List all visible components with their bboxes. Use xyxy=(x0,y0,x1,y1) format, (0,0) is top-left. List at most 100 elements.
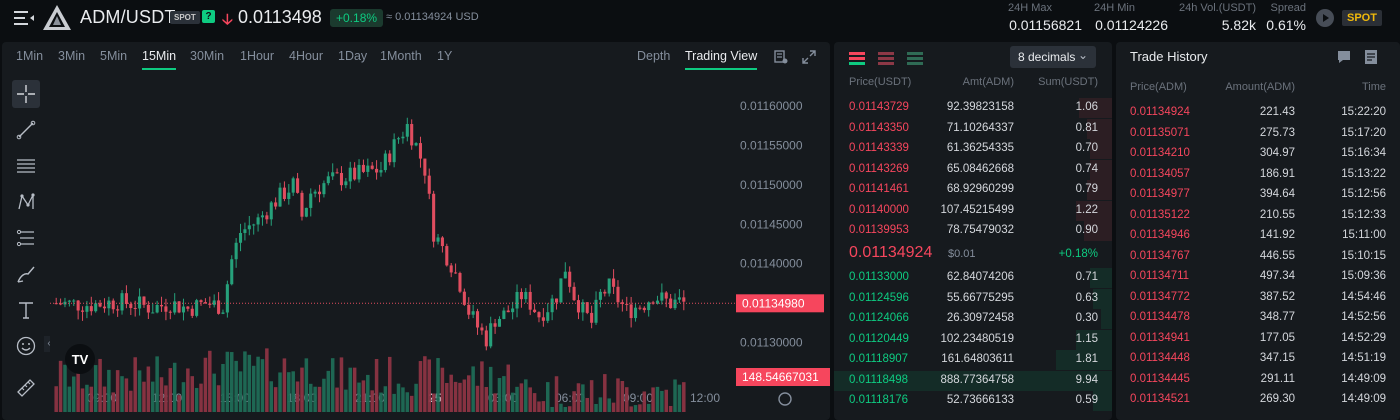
trade-time: 14:52:29 xyxy=(1341,331,1386,344)
candle-body xyxy=(195,300,199,316)
volume-bar xyxy=(229,352,234,412)
volume-bar xyxy=(225,351,230,412)
interval-4hour[interactable]: 4Hour xyxy=(289,49,323,63)
orderbook-bids-icon[interactable] xyxy=(907,52,923,66)
candle-body xyxy=(326,176,330,184)
interval-15min[interactable]: 15Min xyxy=(142,49,177,70)
volume-bar xyxy=(554,376,559,412)
candle-body xyxy=(436,237,440,242)
trade-time: 15:17:20 xyxy=(1341,126,1386,139)
crosshair-tool[interactable] xyxy=(12,80,40,108)
ask-row[interactable]: 0.01143339 61.36254335 0.70 xyxy=(834,139,1112,159)
candle-body xyxy=(120,293,124,311)
ask-row[interactable]: 0.01143269 65.08462668 0.74 xyxy=(834,159,1112,180)
spot-button[interactable]: SPOT xyxy=(1342,10,1382,26)
orderbook-asks-icon[interactable] xyxy=(878,52,894,66)
orderbook-both-icon[interactable] xyxy=(849,52,865,66)
chart-settings-icon[interactable] xyxy=(774,50,788,64)
trendline-tool[interactable] xyxy=(12,116,40,144)
candle-body xyxy=(458,273,462,292)
pattern-tool[interactable] xyxy=(12,188,40,216)
interval-1y[interactable]: 1Y xyxy=(437,49,452,63)
candle-body xyxy=(76,300,80,311)
volume-bar xyxy=(519,383,524,412)
document-icon[interactable] xyxy=(1364,49,1378,65)
stat-label: 24H Max xyxy=(1008,2,1053,14)
ask-row[interactable]: 0.01143350 71.10264337 0.81 xyxy=(834,118,1112,139)
bid-amount: 26.30972458 xyxy=(946,312,1014,324)
interval-30min[interactable]: 30Min xyxy=(190,49,224,63)
volume-bar xyxy=(515,386,519,412)
x-tick-label: 12:00 xyxy=(690,391,720,405)
text-tool[interactable] xyxy=(12,296,40,324)
interval-3min[interactable]: 3Min xyxy=(58,49,85,63)
volume-bar xyxy=(348,367,353,412)
history-header-time: Time xyxy=(1361,81,1386,93)
candle-body xyxy=(225,284,229,313)
volume-bar xyxy=(629,406,633,412)
volume-bar xyxy=(129,390,133,412)
volume-bar xyxy=(172,362,177,412)
ask-row[interactable]: 0.01140000 107.45215499 1.22 xyxy=(834,200,1112,221)
fullscreen-icon[interactable] xyxy=(802,50,816,64)
ask-row[interactable]: 0.01141461 68.92960299 0.79 xyxy=(834,180,1112,200)
chat-icon[interactable] xyxy=(1336,49,1352,65)
trade-row: 0.01135122 210.55 15:12:33 xyxy=(1116,206,1400,226)
volume-bar xyxy=(335,387,339,412)
candle-body xyxy=(247,225,251,230)
drawing-toolbar xyxy=(2,72,50,420)
depth-bar xyxy=(1101,309,1112,329)
horizontal-lines-tool[interactable] xyxy=(12,152,40,180)
hamburger-icon[interactable] xyxy=(14,10,34,26)
candle-body xyxy=(94,303,98,312)
trade-time: 15:10:15 xyxy=(1341,249,1386,262)
interval-1hour[interactable]: 1Hour xyxy=(240,49,274,63)
candlestick-chart[interactable]: 0.01160000 0.01155000 0.01150000 0.01145000… xyxy=(50,72,830,420)
tab-depth[interactable]: Depth xyxy=(637,49,670,63)
bid-sum: 1.15 xyxy=(1075,332,1098,345)
candle-body xyxy=(322,183,326,195)
ask-price: 0.01143339 xyxy=(849,142,909,154)
volume-bar xyxy=(655,386,660,412)
brush-tool[interactable] xyxy=(12,260,40,288)
play-icon[interactable] xyxy=(1316,9,1334,27)
ruler-tool[interactable] xyxy=(12,374,40,402)
bid-row[interactable]: 0.01118907 161.64803611 1.81 xyxy=(834,350,1112,370)
trade-time: 15:16:34 xyxy=(1341,147,1386,159)
volume-bar xyxy=(295,381,300,412)
candle-body xyxy=(339,172,344,186)
candle-body xyxy=(506,310,510,313)
volume-bar xyxy=(664,389,669,412)
volume-bar xyxy=(396,383,401,412)
candle-body xyxy=(238,232,243,243)
bid-row[interactable]: 0.01118176 52.73666133 0.59 xyxy=(834,391,1112,411)
ask-row[interactable]: 0.01143729 92.39823158 1.06 xyxy=(834,98,1112,118)
help-badge[interactable]: ? xyxy=(202,10,215,23)
tab-trading-view[interactable]: Trading View xyxy=(685,49,758,70)
bid-row[interactable]: 0.01124596 55.66775295 0.63 xyxy=(834,288,1112,309)
interval-5min[interactable]: 5Min xyxy=(100,49,127,63)
trade-amount: 304.97 xyxy=(1259,147,1295,159)
interval-1day[interactable]: 1Day xyxy=(338,49,367,63)
interval-1month[interactable]: 1Month xyxy=(380,49,422,63)
fib-tool[interactable] xyxy=(12,224,40,252)
candle-body xyxy=(673,299,677,309)
candle-body xyxy=(370,165,374,169)
interval-1min[interactable]: 1Min xyxy=(16,49,43,63)
bid-row[interactable]: 0.01133000 62.84074206 0.71 xyxy=(834,268,1112,288)
candle-body xyxy=(102,306,107,309)
bid-row[interactable]: 0.01120449 102.23480519 1.15 xyxy=(834,329,1112,350)
bid-sum: 9.94 xyxy=(1075,373,1098,386)
trade-row: 0.01134767 446.55 15:10:15 xyxy=(1116,247,1400,267)
candle-body xyxy=(642,307,646,311)
volume-bar xyxy=(449,374,453,412)
ask-row[interactable]: 0.01139953 78.75479032 0.90 xyxy=(834,221,1112,241)
volume-bar xyxy=(234,360,238,412)
decimals-select[interactable]: 8 decimals ⌄ xyxy=(1010,46,1096,68)
trade-row: 0.01134711 497.34 15:09:36 xyxy=(1116,267,1400,287)
bid-row[interactable]: 0.01118498 888.77364758 9.94 xyxy=(834,370,1112,391)
bid-row[interactable]: 0.01124066 26.30972458 0.30 xyxy=(834,309,1112,329)
candle-body xyxy=(335,172,339,174)
volume-bar xyxy=(524,379,528,412)
emoji-tool[interactable] xyxy=(12,332,40,360)
